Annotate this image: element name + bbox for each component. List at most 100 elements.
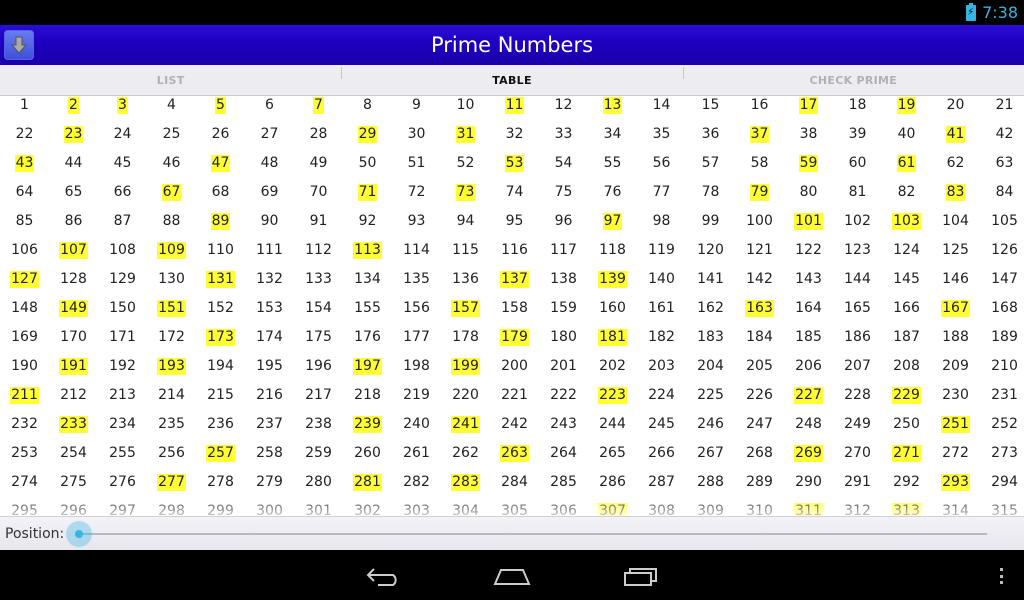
number-cell: 57 <box>701 155 720 171</box>
status-indicators: ⚡ 7:38 <box>966 2 1018 22</box>
number-cell: 260 <box>354 445 381 461</box>
number-cell: 253 <box>11 445 38 461</box>
number-cell: 296 <box>60 503 87 516</box>
number-cell: 206 <box>795 358 822 374</box>
number-cell: 288 <box>697 474 724 490</box>
prime-number-cell: 151 <box>157 300 186 317</box>
number-cell: 45 <box>113 155 132 171</box>
tab-list-label: LIST <box>156 73 185 87</box>
number-cell: 302 <box>354 503 381 516</box>
number-cell: 14 <box>652 97 671 113</box>
prime-number-cell: 29 <box>357 126 378 143</box>
position-slider-track[interactable] <box>79 533 987 535</box>
number-cell: 285 <box>550 474 577 490</box>
number-cell: 90 <box>260 213 279 229</box>
number-cell: 165 <box>844 300 871 316</box>
number-cell: 180 <box>550 329 577 345</box>
number-cell: 58 <box>750 155 769 171</box>
number-cell: 212 <box>60 387 87 403</box>
position-slider-thumb[interactable] <box>66 521 92 547</box>
number-cell: 267 <box>697 445 724 461</box>
number-cell: 276 <box>109 474 136 490</box>
number-cell: 224 <box>648 387 675 403</box>
prime-number-cell: 193 <box>157 358 186 375</box>
prime-number-cell: 149 <box>59 300 88 317</box>
number-cell: 292 <box>893 474 920 490</box>
prime-number-cell: 53 <box>504 155 525 172</box>
number-cell: 268 <box>746 445 773 461</box>
prime-number-cell: 2 <box>68 97 79 114</box>
number-cell: 262 <box>452 445 479 461</box>
number-cell: 291 <box>844 474 871 490</box>
number-cell: 221 <box>501 387 528 403</box>
number-cell: 213 <box>109 387 136 403</box>
number-cell: 308 <box>648 503 675 516</box>
number-cell: 96 <box>554 213 573 229</box>
number-cell: 63 <box>995 155 1014 171</box>
number-cell: 62 <box>946 155 965 171</box>
number-cell: 226 <box>746 387 773 403</box>
number-cell: 290 <box>795 474 822 490</box>
number-cell: 312 <box>844 503 871 516</box>
number-cell: 88 <box>162 213 181 229</box>
prime-number-cell: 179 <box>500 329 529 346</box>
number-cell: 174 <box>256 329 283 345</box>
number-cell: 169 <box>11 329 38 345</box>
number-cell: 27 <box>260 126 279 142</box>
number-cell: 56 <box>652 155 671 171</box>
prime-number-cell: 101 <box>794 213 823 230</box>
prime-number-cell: 107 <box>59 242 88 259</box>
number-cell: 305 <box>501 503 528 516</box>
prime-number-cell: 79 <box>749 184 770 201</box>
overflow-menu-icon[interactable] <box>1000 568 1004 584</box>
number-cell: 145 <box>893 271 920 287</box>
number-cell: 146 <box>942 271 969 287</box>
number-cell: 249 <box>844 416 871 432</box>
number-cell: 126 <box>991 242 1018 258</box>
number-cell: 298 <box>158 503 185 516</box>
home-icon[interactable] <box>492 562 532 590</box>
number-cell: 153 <box>256 300 283 316</box>
number-cell: 172 <box>158 329 185 345</box>
back-icon[interactable] <box>364 562 404 590</box>
prime-number-cell: 3 <box>117 97 128 114</box>
prime-number-cell: 37 <box>749 126 770 143</box>
number-cell: 108 <box>109 242 136 258</box>
tab-list[interactable]: LIST <box>0 65 341 95</box>
number-cell: 205 <box>746 358 773 374</box>
number-cell: 248 <box>795 416 822 432</box>
number-cell: 87 <box>113 213 132 229</box>
number-cell: 130 <box>158 271 185 287</box>
number-cell: 171 <box>109 329 136 345</box>
number-cell: 208 <box>893 358 920 374</box>
number-cell: 178 <box>452 329 479 345</box>
number-cell: 92 <box>358 213 377 229</box>
tab-check-prime[interactable]: CHECK PRIME <box>682 65 1024 95</box>
number-cell: 30 <box>407 126 426 142</box>
number-cell: 26 <box>211 126 230 142</box>
number-cell: 162 <box>697 300 724 316</box>
number-cell: 34 <box>603 126 622 142</box>
number-cell: 203 <box>648 358 675 374</box>
number-cell: 256 <box>158 445 185 461</box>
number-cell: 69 <box>260 184 279 200</box>
tab-table[interactable]: TABLE <box>341 65 682 95</box>
number-cell: 234 <box>109 416 136 432</box>
prime-number-cell: 127 <box>10 271 39 288</box>
number-cell: 38 <box>799 126 818 142</box>
number-cell: 60 <box>848 155 867 171</box>
number-cell: 270 <box>844 445 871 461</box>
number-cell: 315 <box>991 503 1018 516</box>
number-cell: 125 <box>942 242 969 258</box>
number-cell: 295 <box>11 503 38 516</box>
prime-table[interactable]: 1 2 3 4 5 6 7 8 9 10 11 12 13 14 15 16 17 18 19 20 21 22 23 24 2… <box>0 96 1024 516</box>
prime-number-cell: 269 <box>794 445 823 462</box>
number-cell: 22 <box>15 126 34 142</box>
number-cell: 250 <box>893 416 920 432</box>
prime-number-cell: 181 <box>598 329 627 346</box>
recents-icon[interactable] <box>620 562 660 590</box>
number-cell: 238 <box>305 416 332 432</box>
number-cell: 195 <box>256 358 283 374</box>
prime-number-cell: 7 <box>313 97 324 114</box>
number-cell: 209 <box>942 358 969 374</box>
